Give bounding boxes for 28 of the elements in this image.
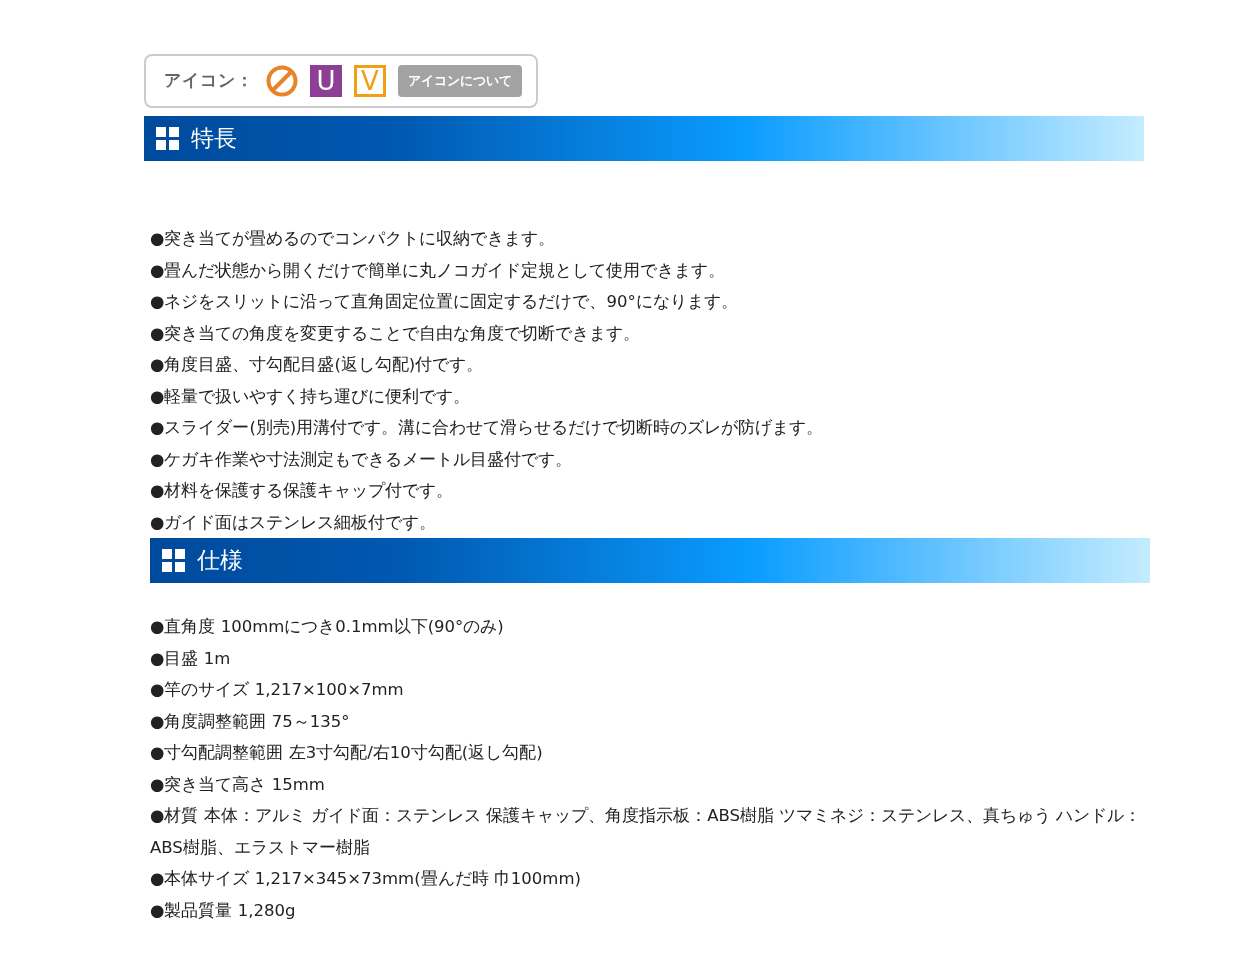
- list-item: ●畳んだ状態から開くだけで簡単に丸ノコガイド定規として使用できます。: [150, 259, 727, 282]
- letter-u-icon: U: [310, 65, 342, 97]
- list-item: ●突き当て高さ 15mm: [150, 773, 326, 796]
- list-item: ●本体サイズ 1,217×345×73mm(畳んだ時 巾100mm): [150, 868, 582, 890]
- list-item: ●軽量で扱いやすく持ち運びに便利です。: [150, 385, 472, 408]
- section-title: 特長: [191, 124, 237, 154]
- list-item: ●材質 本体：アルミ ガイド面：ステンレス 保護キャップ、角度指示板：ABS樹脂 ツマミネジ：ステンレス、真ちゅう ハンドル：ABS樹脂、エラストマー樹脂: [150, 805, 1143, 859]
- prohibited-icon: [266, 65, 298, 97]
- icon-legend-label: アイコン：: [164, 69, 254, 93]
- list-item: ●ネジをスリットに沿って直角固定位置に固定するだけで、90°になります。: [150, 291, 739, 313]
- list-item: ●竿のサイズ 1,217×100×7mm: [150, 679, 405, 701]
- about-icons-button[interactable]: アイコンについて: [398, 65, 522, 97]
- letter-v-icon: V: [354, 65, 386, 97]
- grid-icon: [156, 127, 179, 150]
- list-item: ●スライダー(別売)用溝付です。溝に合わせて滑らせるだけで切断時のズレが防げます。: [150, 417, 825, 439]
- list-item: ●製品質量 1,280g: [150, 899, 297, 922]
- list-item: ●目盛 1m: [150, 647, 232, 670]
- list-item: ●ガイド面はステンレス細板付です。: [150, 511, 438, 534]
- section-title: 仕様: [197, 546, 243, 576]
- grid-icon: [162, 549, 185, 572]
- list-item: ●寸勾配調整範囲 左3寸勾配/右10寸勾配(返し勾配): [150, 742, 544, 764]
- list-item: ●材料を保護する保護キャップ付です。: [150, 480, 455, 502]
- list-item: ●角度目盛、寸勾配目盛(返し勾配)付です。: [150, 354, 485, 376]
- list-item: ●直角度 100mmにつき0.1mm以下(90°のみ): [150, 616, 505, 638]
- list-item: ●ケガキ作業や寸法測定もできるメートル目盛付です。: [150, 448, 574, 471]
- list-item: ●突き当ての角度を変更することで自由な角度で切断できます。: [150, 322, 642, 345]
- list-item: ●角度調整範囲 75～135°: [150, 710, 351, 733]
- list-item: ●突き当てが畳めるのでコンパクトに収納できます。: [150, 228, 557, 250]
